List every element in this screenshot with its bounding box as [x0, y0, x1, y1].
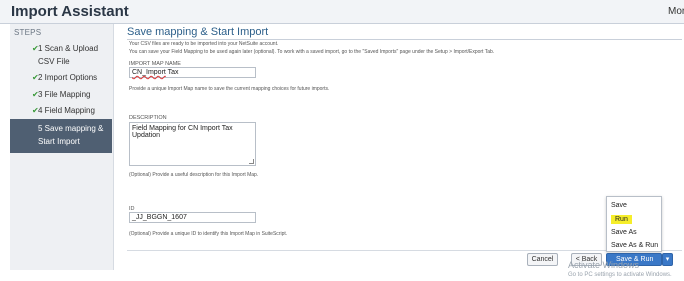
step-label: 2 Import Options: [38, 73, 98, 82]
save-options-dropdown: Save Run Save As Save As & Run: [606, 196, 662, 252]
checkmark-icon: ✔: [32, 106, 39, 115]
intro-text-1: Your CSV files are ready to be imported …: [129, 41, 279, 47]
intro-text-2: You can save your Field Mapping to be us…: [129, 49, 495, 55]
main-content: Save mapping & Start Import Your CSV fil…: [120, 24, 684, 270]
title-divider: [127, 39, 682, 40]
description-label: DESCRIPTION: [129, 115, 167, 121]
windows-watermark-subtitle: Go to PC settings to activate Windows.: [568, 272, 672, 278]
checkmark-icon: ✔: [32, 73, 39, 82]
steps-sidebar: STEPS ✔ 1 Scan & Upload CSV File ✔ 2 Imp…: [10, 24, 114, 270]
more-menu-label[interactable]: Mor: [668, 6, 684, 17]
footer-divider: [127, 250, 682, 251]
menu-item-save-as[interactable]: Save As: [607, 227, 661, 239]
app-title: Import Assistant: [11, 3, 129, 20]
map-name-hint: Provide a unique Import Map name to save…: [129, 86, 330, 92]
step-field-mapping[interactable]: ✔ 4 Field Mapping: [10, 104, 112, 117]
resize-handle[interactable]: [249, 159, 254, 164]
step-import-options[interactable]: ✔ 2 Import Options: [10, 71, 112, 84]
id-value: _JJ_BGGN_1607: [132, 214, 187, 221]
id-hint: (Optional) Provide a unique ID to identi…: [129, 231, 288, 237]
menu-item-run[interactable]: Run: [607, 214, 661, 226]
page-title: Save mapping & Start Import: [127, 26, 269, 38]
steps-heading: STEPS: [14, 28, 42, 37]
chevron-down-icon[interactable]: ▾: [662, 253, 673, 266]
step-label: 5 Save mapping & Start Import: [38, 124, 104, 146]
map-name-value-part2: Tax: [165, 69, 179, 76]
step-save-mapping[interactable]: 5 Save mapping & Start Import: [10, 119, 112, 153]
step-file-mapping[interactable]: ✔ 3 File Mapping: [10, 88, 112, 101]
checkmark-icon: ✔: [32, 90, 39, 99]
description-textarea[interactable]: Field Mapping for CN Import Tax Updation: [129, 122, 256, 166]
top-bar: Import Assistant Mor: [0, 0, 684, 24]
map-name-value-part1: CN_Import: [132, 69, 166, 76]
map-name-input[interactable]: CN_Import Tax: [129, 67, 256, 78]
step-label: 3 File Mapping: [38, 90, 91, 99]
description-hint: (Optional) Provide a useful description …: [129, 172, 259, 178]
step-label: 4 Field Mapping: [38, 106, 95, 115]
cancel-button[interactable]: Cancel: [527, 253, 558, 266]
checkmark-icon: ✔: [32, 44, 39, 53]
step-label: 1 Scan & Upload CSV File: [38, 44, 99, 66]
step-scan-upload[interactable]: ✔ 1 Scan & Upload CSV File: [10, 42, 112, 72]
menu-item-save[interactable]: Save: [607, 200, 661, 212]
windows-watermark-title: Activate Windows: [568, 260, 640, 270]
description-value: Field Mapping for CN Import Tax Updation: [132, 125, 233, 139]
id-input[interactable]: _JJ_BGGN_1607: [129, 212, 256, 223]
menu-item-save-as-run[interactable]: Save As & Run: [607, 240, 661, 252]
